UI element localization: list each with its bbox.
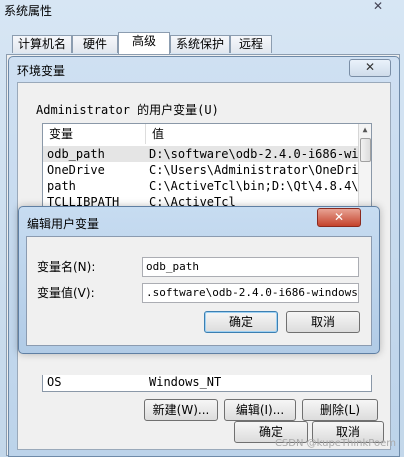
dialog-title: 编辑用户变量 [27, 217, 100, 231]
variable-value: D:\software\odb-2.4.0-i686-wind... [149, 147, 359, 161]
table-row[interactable]: OneDrive C:\Users\Administrator\OneDrive [43, 162, 361, 178]
variable-value: C:\Users\Administrator\OneDrive [149, 163, 359, 177]
tab-remote[interactable]: 远程 [230, 35, 272, 53]
close-button[interactable]: ✕ [358, 0, 398, 14]
tab-advanced[interactable]: 高级 [118, 32, 170, 54]
variable-name-input[interactable]: odb_path [142, 257, 359, 277]
scroll-up-icon[interactable]: ▲ [359, 124, 371, 136]
table-row[interactable]: odb_path D:\software\odb-2.4.0-i686-wind… [43, 146, 361, 162]
window-title: 系统属性 [4, 4, 53, 18]
variable-name: odb_path [47, 147, 105, 161]
variable-name-label: 变量名(N): [37, 260, 96, 274]
column-header-value[interactable]: 值 [146, 124, 367, 144]
table-row[interactable]: path C:\ActiveTcl\bin;D:\Qt\4.8.4\bi... [43, 178, 361, 194]
variable-value-label: 变量值(V): [37, 286, 95, 300]
system-variables-list[interactable]: OS Windows_NT [42, 375, 372, 392]
edit-user-variable-dialog: 编辑用户变量 ✕ 变量名(N): odb_path 变量值(V): .softw… [18, 206, 380, 354]
close-button[interactable]: ✕ [349, 59, 391, 77]
dialog-body: 变量名(N): odb_path 变量值(V): .software\odb-2… [26, 236, 372, 346]
variable-value: Windows_NT [149, 375, 222, 389]
cancel-button[interactable]: 取消 [286, 311, 360, 333]
ok-button[interactable]: 确定 [204, 311, 278, 333]
close-button[interactable]: ✕ [317, 208, 361, 227]
variable-name: OneDrive [47, 163, 105, 177]
tab-system-protection[interactable]: 系统保护 [170, 35, 230, 53]
dialog-title: 环境变量 [17, 64, 66, 78]
column-header-name[interactable]: 变量 [43, 124, 146, 144]
edit-button[interactable]: 编辑(I)... [224, 399, 296, 421]
scroll-thumb[interactable] [360, 138, 371, 162]
watermark: CSDN @kupeThinkPoem [274, 438, 396, 449]
tab-hardware[interactable]: 硬件 [72, 35, 118, 53]
variable-value: C:\ActiveTcl\bin;D:\Qt\4.8.4\bi... [149, 179, 359, 193]
delete-button[interactable]: 删除(L) [302, 399, 378, 421]
new-button[interactable]: 新建(W)... [144, 399, 218, 421]
variable-value-input[interactable]: .software\odb-2.4.0-i686-windows\bin [142, 283, 359, 303]
user-variables-label: Administrator 的用户变量(U) [36, 103, 219, 117]
variable-name: OS [47, 375, 62, 389]
variable-name: path [47, 179, 76, 193]
tab-computer-name[interactable]: 计算机名 [12, 35, 72, 53]
